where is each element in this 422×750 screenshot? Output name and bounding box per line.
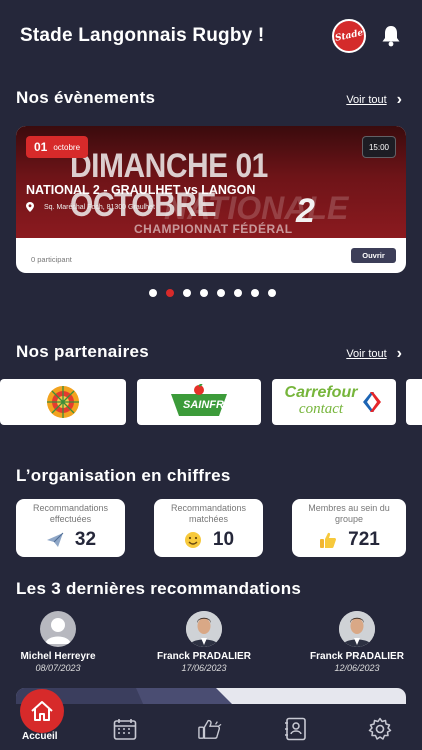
pager-dot[interactable] [251, 289, 259, 297]
partner-card-sainfruit[interactable]: SAINFRUIT [137, 379, 261, 425]
stat-card-members: Membres au sein du groupe 721 [292, 499, 406, 557]
event-card[interactable]: DIMANCHE 01 OCTOBRE NATIONALE 2 CHAMPION… [16, 126, 406, 273]
thumbs-up-icon [318, 530, 338, 550]
recommendation-item[interactable]: Michel Herreyre 08/07/2023 [3, 611, 113, 673]
recommendation-name: Franck PRADALIER [310, 651, 404, 662]
smile-icon [183, 530, 203, 550]
events-see-all-link[interactable]: Voir tout › [346, 92, 402, 108]
casino-logo-icon [47, 386, 79, 418]
tab-home-label[interactable]: Accueil [22, 731, 58, 742]
recommendation-date: 12/06/2023 [334, 663, 380, 673]
chevron-right-icon: › [396, 345, 402, 362]
calendar-icon[interactable] [113, 717, 137, 741]
events-section-title: Nos évènements [16, 88, 156, 107]
partner-card-partial[interactable] [406, 379, 422, 425]
carrefour-logo-text: Carrefour [284, 384, 358, 402]
avatar-placeholder-icon [40, 611, 76, 647]
pager-dot[interactable] [234, 289, 242, 297]
pager-dot[interactable] [200, 289, 208, 297]
contacts-icon[interactable] [284, 717, 308, 741]
paper-plane-icon [45, 530, 65, 550]
location-pin-icon [26, 202, 34, 212]
app-header: Stade Langonnais Rugby ! Stade [0, 0, 422, 72]
chevron-right-icon: › [396, 91, 402, 108]
event-month: octobre [53, 142, 81, 152]
carrefour-logo-icon [363, 392, 382, 412]
stat-value: 32 [74, 529, 97, 550]
event-address: Sq. Maréchal Foch, 81300 Graulhet [26, 202, 155, 212]
recommendations-section-title: Les 3 dernières recommandations [16, 579, 302, 598]
event-banner-image: DIMANCHE 01 OCTOBRE NATIONALE 2 CHAMPION… [16, 126, 406, 238]
stat-row: 721 [292, 529, 406, 551]
banner-line3: CHAMPIONNAT FÉDÉRAL [134, 222, 293, 236]
event-day: 01 [34, 140, 48, 154]
events-see-all-label: Voir tout [346, 94, 387, 106]
pager-dot[interactable] [268, 289, 276, 297]
carrefour-logo-sub: contact [298, 400, 344, 417]
partners-see-all-link[interactable]: Voir tout › [346, 346, 402, 362]
sainfruit-logo-text: SAINFRUIT [183, 399, 242, 411]
recommendation-name: Franck PRADALIER [157, 651, 251, 662]
recommendation-item[interactable]: Franck PRADALIER 12/06/2023 [302, 611, 412, 673]
stat-card-recommendations-matched: Recommandations matchées 10 [154, 499, 263, 557]
stat-value: 721 [348, 529, 380, 550]
stat-value: 10 [212, 529, 235, 550]
pager-dot[interactable] [149, 289, 157, 297]
partners-see-all-label: Voir tout [346, 348, 387, 360]
event-title: NATIONAL 2 - GRAULHET vs LANGON [26, 183, 256, 197]
stats-section-title: L’organisation en chiffres [16, 466, 231, 485]
carrefour-wordmark: Carrefour contact [284, 384, 358, 417]
recommendation-item[interactable]: Franck PRADALIER 17/06/2023 [149, 611, 259, 673]
event-address-text: Sq. Maréchal Foch, 81300 Graulhet [44, 203, 155, 211]
recommendation-date: 08/07/2023 [35, 663, 81, 673]
pager-dot-active[interactable] [166, 289, 174, 297]
pager-dot[interactable] [217, 289, 225, 297]
stat-card-recommendations-made: Recommandations effectuées 32 [16, 499, 125, 557]
club-logo-text: Stade [334, 28, 364, 44]
avatar [339, 611, 375, 647]
stat-label: Recommandations effectuées [32, 503, 109, 524]
stat-row: 10 [154, 529, 263, 551]
banner-number: 2 [296, 192, 315, 230]
event-date-badge: 01 octobre [26, 136, 89, 158]
event-open-button[interactable]: Ouvrir [351, 248, 396, 263]
stat-label: Membres au sein du groupe [308, 503, 390, 524]
avatar [186, 611, 222, 647]
event-time-badge: 15:00 [361, 136, 396, 158]
partners-section-title: Nos partenaires [16, 342, 149, 361]
notification-bell-icon[interactable] [380, 24, 402, 48]
stat-label: Recommandations matchées [170, 503, 247, 524]
home-icon [31, 701, 53, 721]
app-title: Stade Langonnais Rugby ! [20, 25, 265, 46]
partner-card-casino[interactable] [0, 379, 126, 425]
pager-dot[interactable] [183, 289, 191, 297]
event-participants: 0 participant [31, 255, 72, 264]
thumbs-up-tab-icon[interactable] [198, 717, 222, 741]
recommendation-date: 17/06/2023 [181, 663, 227, 673]
partner-card-carrefour[interactable]: Carrefour contact [272, 379, 396, 425]
settings-icon[interactable] [368, 717, 392, 741]
stat-row: 32 [16, 529, 125, 551]
tab-home[interactable] [20, 689, 64, 733]
events-pager[interactable] [149, 289, 276, 297]
recommendation-name: Michel Herreyre [20, 651, 96, 662]
club-logo[interactable]: Stade [332, 19, 366, 53]
